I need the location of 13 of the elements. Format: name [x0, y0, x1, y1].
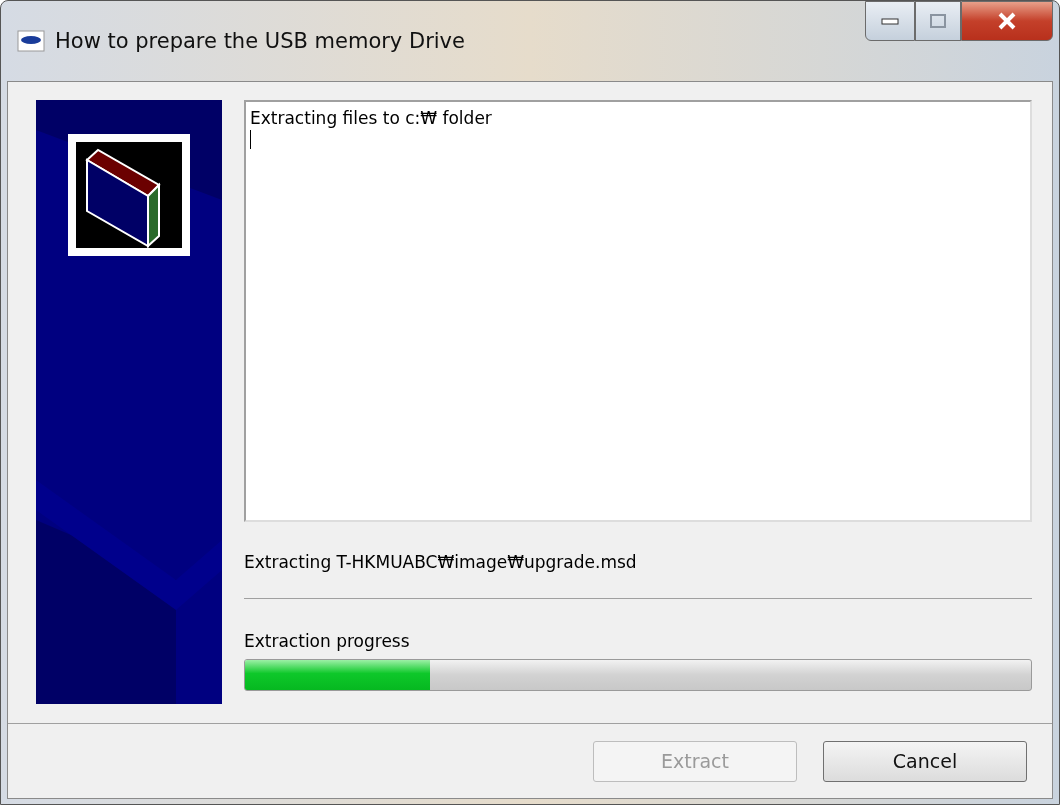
maximize-button[interactable]: [915, 1, 961, 41]
maximize-icon: [930, 14, 946, 28]
progress-label: Extraction progress: [244, 631, 411, 651]
status-text: Extracting T-HKMUABC₩image₩upgrade.msd: [244, 552, 638, 574]
dialog-button[interactable]: Cancel: [823, 740, 1027, 782]
minimize-icon: [881, 17, 899, 25]
window-title: How to prepare the USB memory Drive: [55, 29, 465, 53]
app-icon: [17, 30, 45, 52]
log-area[interactable]: Extracting files to c:₩ folder: [244, 100, 1032, 522]
minimize-button[interactable]: [865, 1, 915, 41]
log-line: Extracting files to c:₩ folder: [250, 108, 493, 129]
close-icon: [997, 12, 1017, 30]
close-button[interactable]: [961, 1, 1053, 41]
